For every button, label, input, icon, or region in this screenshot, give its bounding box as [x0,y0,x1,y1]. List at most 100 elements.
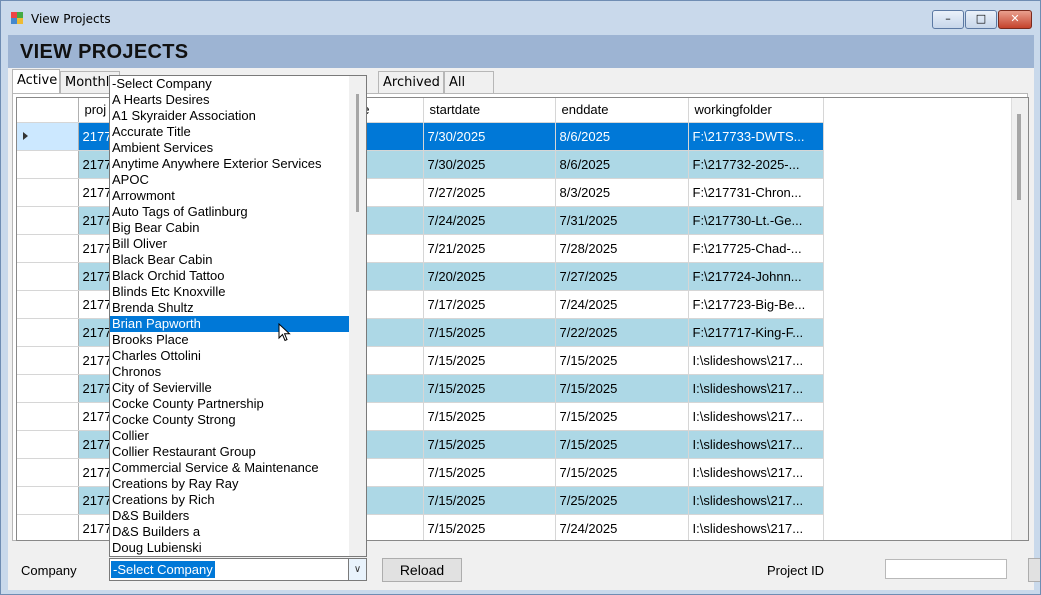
cell-workingfolder[interactable]: I:\slideshows\217... [688,514,824,540]
cell-startdate[interactable]: 7/20/2025 [423,262,556,291]
dropdown-option[interactable]: Doug Lubienski [110,540,350,556]
dropdown-option[interactable]: Accurate Title [110,124,350,140]
row-header[interactable] [17,430,79,459]
cell-startdate[interactable]: 7/15/2025 [423,374,556,403]
title-bar[interactable]: View Projects – □ ✕ [1,1,1040,37]
row-header[interactable] [17,262,79,291]
dropdown-option[interactable]: D&S Builders a [110,524,350,540]
cell-startdate[interactable]: 7/15/2025 [423,458,556,487]
cell-workingfolder[interactable]: I:\slideshows\217... [688,486,824,515]
row-header[interactable] [17,486,79,515]
cell-enddate[interactable]: 7/15/2025 [555,430,689,459]
company-combobox-value[interactable]: -Select Company [111,561,215,578]
column-header-workingfolder[interactable]: workingfolder [688,98,824,123]
dropdown-option[interactable]: Ambient Services [110,140,350,156]
cell-startdate[interactable]: 7/15/2025 [423,430,556,459]
cell-enddate[interactable]: 7/22/2025 [555,318,689,347]
column-header-enddate[interactable]: enddate [555,98,689,123]
cell-startdate[interactable]: 7/27/2025 [423,178,556,207]
row-header[interactable] [17,178,79,207]
column-header-startdate[interactable]: startdate [423,98,556,123]
cell-enddate[interactable]: 7/28/2025 [555,234,689,263]
row-header[interactable] [17,206,79,235]
project-id-input[interactable] [885,559,1007,579]
cell-workingfolder[interactable]: F:\217717-King-F... [688,318,824,347]
dropdown-option[interactable]: Black Orchid Tattoo [110,268,350,284]
dropdown-option[interactable]: -Select Company [110,76,350,92]
dropdown-option[interactable]: Big Bear Cabin [110,220,350,236]
dropdown-option[interactable]: A1 Skyraider Association [110,108,350,124]
dropdown-option[interactable]: Brooks Place [110,332,350,348]
cell-enddate[interactable]: 7/24/2025 [555,290,689,319]
row-header[interactable] [17,122,79,151]
cell-startdate[interactable]: 7/15/2025 [423,514,556,540]
dropdown-option[interactable]: Brenda Shultz [110,300,350,316]
cell-workingfolder[interactable]: I:\slideshows\217... [688,402,824,431]
row-header[interactable] [17,402,79,431]
cell-startdate[interactable]: 7/30/2025 [423,122,556,151]
dropdown-option[interactable]: Arrowmont [110,188,350,204]
dropdown-scroll-thumb[interactable] [356,94,359,212]
cell-enddate[interactable]: 7/15/2025 [555,402,689,431]
grid-scroll-thumb[interactable] [1017,114,1021,200]
cell-startdate[interactable]: 7/17/2025 [423,290,556,319]
cell-enddate[interactable]: 8/3/2025 [555,178,689,207]
close-button[interactable]: ✕ [998,10,1032,29]
cell-enddate[interactable]: 7/15/2025 [555,374,689,403]
dropdown-option[interactable]: Chronos [110,364,350,380]
cell-startdate[interactable]: 7/15/2025 [423,486,556,515]
cell-workingfolder[interactable]: F:\217731-Chron... [688,178,824,207]
cell-enddate[interactable]: 7/24/2025 [555,514,689,540]
cell-workingfolder[interactable]: F:\217724-Johnn... [688,262,824,291]
cell-startdate[interactable]: 7/30/2025 [423,150,556,179]
dropdown-option[interactable]: A Hearts Desires [110,92,350,108]
cell-enddate[interactable]: 7/31/2025 [555,206,689,235]
cell-enddate[interactable]: 7/15/2025 [555,346,689,375]
dropdown-option[interactable]: Cocke County Strong [110,412,350,428]
row-header[interactable] [17,234,79,263]
cell-workingfolder[interactable]: I:\slideshows\217... [688,346,824,375]
company-combobox[interactable]: -Select Company ∨ [109,558,367,581]
dropdown-option[interactable]: Creations by Ray Ray [110,476,350,492]
row-header[interactable] [17,290,79,319]
dropdown-option[interactable]: Black Bear Cabin [110,252,350,268]
tab-all[interactable]: All [444,71,494,93]
dropdown-option[interactable]: Collier Restaurant Group [110,444,350,460]
dropdown-option[interactable]: Blinds Etc Knoxville [110,284,350,300]
dropdown-scrollbar[interactable] [349,76,366,556]
cell-enddate[interactable]: 8/6/2025 [555,122,689,151]
cell-startdate[interactable]: 7/15/2025 [423,402,556,431]
dropdown-option[interactable]: Charles Ottolini [110,348,350,364]
cell-workingfolder[interactable]: F:\217725-Chad-... [688,234,824,263]
dropdown-option[interactable]: Brian Papworth [110,316,350,332]
reload-button[interactable]: Reload [382,558,462,582]
edge-button[interactable] [1028,558,1040,582]
tab-archived[interactable]: Archived [378,71,444,93]
tab-active[interactable]: Active [12,69,60,94]
dropdown-option[interactable]: Auto Tags of Gatlinburg [110,204,350,220]
cell-enddate[interactable]: 7/15/2025 [555,458,689,487]
dropdown-option[interactable]: City of Sevierville [110,380,350,396]
cell-startdate[interactable]: 7/15/2025 [423,346,556,375]
cell-workingfolder[interactable]: I:\slideshows\217... [688,430,824,459]
cell-workingfolder[interactable]: I:\slideshows\217... [688,458,824,487]
row-header[interactable] [17,514,79,540]
cell-enddate[interactable]: 8/6/2025 [555,150,689,179]
cell-enddate[interactable]: 7/25/2025 [555,486,689,515]
cell-workingfolder[interactable]: I:\slideshows\217... [688,374,824,403]
minimize-button[interactable]: – [932,10,964,29]
cell-workingfolder[interactable]: F:\217732-2025-... [688,150,824,179]
cell-startdate[interactable]: 7/21/2025 [423,234,556,263]
cell-enddate[interactable]: 7/27/2025 [555,262,689,291]
cell-startdate[interactable]: 7/15/2025 [423,318,556,347]
cell-workingfolder[interactable]: F:\217730-Lt.-Ge... [688,206,824,235]
cell-startdate[interactable]: 7/24/2025 [423,206,556,235]
dropdown-option[interactable]: Creations by Rich [110,492,350,508]
row-header[interactable] [17,150,79,179]
dropdown-option[interactable]: Bill Oliver [110,236,350,252]
grid-vertical-scrollbar[interactable] [1011,98,1028,540]
dropdown-option[interactable]: D&S Builders [110,508,350,524]
dropdown-option[interactable]: Commercial Service & Maintenance [110,460,350,476]
cell-workingfolder[interactable]: F:\217733-DWTS... [688,122,824,151]
row-header[interactable] [17,346,79,375]
